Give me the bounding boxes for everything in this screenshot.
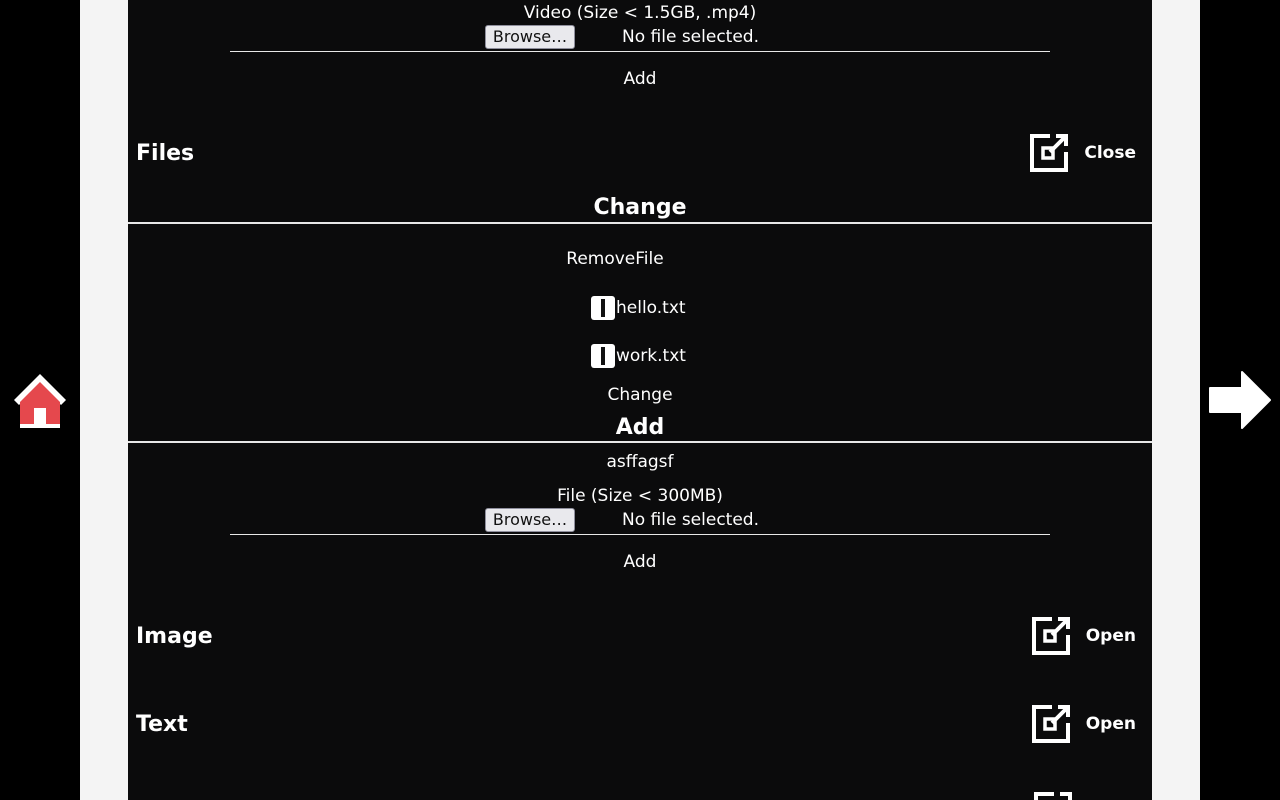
video-file-status: No file selected. — [622, 27, 759, 47]
section-title-image: Image — [136, 624, 213, 649]
left-gutter — [80, 0, 128, 800]
edit-open-icon — [1034, 792, 1072, 800]
edit-open-icon — [1031, 705, 1070, 743]
files-toggle-button[interactable]: Close — [1028, 132, 1136, 174]
add-heading: Add — [615, 415, 665, 440]
text-toggle-button[interactable]: Open — [1030, 703, 1136, 745]
divider — [128, 441, 1152, 443]
file-upload-label: File (Size < 300MB) — [557, 486, 723, 506]
edit-open-icon — [1030, 134, 1069, 172]
file-browse-button[interactable]: Browse… — [485, 508, 575, 532]
image-toggle-button[interactable]: Open — [1030, 615, 1136, 657]
video-browse-button[interactable]: Browse… — [485, 25, 575, 49]
file-name: hello.txt — [616, 298, 686, 318]
section-title-files: Files — [136, 141, 195, 166]
section-title-text: Text — [136, 712, 188, 737]
main-panel: Video (Size < 1.5GB, .mp4) Browse… No fi… — [128, 0, 1152, 800]
file-name-input[interactable]: asffagsf — [128, 451, 1152, 473]
video-add-button[interactable]: Add — [128, 68, 1152, 90]
image-toggle-label: Open — [1085, 626, 1136, 646]
arrow-right-icon — [1209, 371, 1271, 429]
divider — [128, 222, 1152, 224]
file-input[interactable]: Browse… No file selected. — [128, 508, 1152, 532]
video-upload-label: Video (Size < 1.5GB, .mp4) — [523, 3, 757, 23]
change-heading: Change — [593, 195, 687, 220]
files-toggle-label: Close — [1084, 143, 1136, 163]
file-add-button[interactable]: Add — [128, 551, 1152, 573]
home-button[interactable] — [8, 368, 72, 432]
next-button[interactable] — [1208, 368, 1272, 432]
divider — [230, 51, 1050, 52]
edit-open-icon — [1031, 617, 1070, 655]
remove-checkbox[interactable] — [591, 344, 615, 368]
right-gutter — [1152, 0, 1200, 800]
divider — [230, 534, 1050, 535]
next-section-toggle-button[interactable] — [1032, 790, 1074, 800]
file-row-hello: hello.txt — [591, 296, 686, 320]
home-icon — [14, 374, 66, 428]
text-toggle-label: Open — [1085, 714, 1136, 734]
video-file-input[interactable]: Browse… No file selected. — [128, 25, 1152, 49]
remove-checkbox[interactable] — [591, 296, 615, 320]
file-status: No file selected. — [622, 510, 759, 530]
remove-file-header: RemoveFile — [566, 249, 664, 269]
change-button[interactable]: Change — [128, 384, 1152, 406]
file-row-work: work.txt — [591, 344, 686, 368]
file-name: work.txt — [616, 346, 686, 366]
